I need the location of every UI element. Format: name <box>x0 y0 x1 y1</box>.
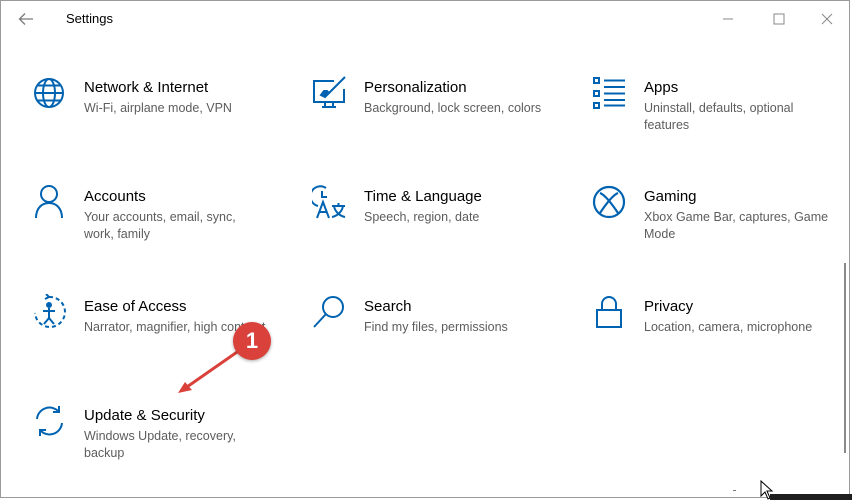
tile-apps[interactable]: Apps Uninstall, defaults, optional featu… <box>592 75 842 165</box>
annotation-arrow <box>178 348 241 393</box>
tile-title: Ease of Access <box>84 298 187 315</box>
tile-gaming[interactable]: Gaming Xbox Game Bar, captures, Game Mod… <box>592 184 842 274</box>
apps-list-icon <box>593 77 625 109</box>
tile-title: Gaming <box>644 188 697 205</box>
tile-time-language[interactable]: Time & Language Speech, region, date <box>312 184 562 274</box>
tile-title: Personalization <box>364 79 467 96</box>
tile-title: Privacy <box>644 298 694 315</box>
back-button[interactable] <box>11 6 41 32</box>
tile-title: Update & Security <box>84 407 205 424</box>
tile-description: Find my files, permissions <box>364 320 508 334</box>
sync-icon <box>36 406 63 436</box>
tile-description: Background, lock screen, colors <box>364 101 542 115</box>
tile-title: Time & Language <box>364 188 482 205</box>
tile-title: Network & Internet <box>84 79 209 96</box>
close-icon <box>821 13 833 25</box>
close-button[interactable] <box>812 5 842 33</box>
scrollbar-thumb[interactable] <box>844 263 846 453</box>
tile-title: Apps <box>644 79 679 96</box>
maximize-icon <box>773 13 785 25</box>
title-bar: Settings <box>1 1 849 37</box>
taskbar-strip <box>770 494 852 500</box>
tile-update-security[interactable]: Update & Security Windows Update, recove… <box>32 403 282 493</box>
tile-description: Windows Update, recovery, backup <box>84 429 236 460</box>
tile-description: Xbox Game Bar, captures, Game Mode <box>644 210 829 241</box>
maximize-button[interactable] <box>764 5 794 33</box>
person-icon <box>35 185 63 219</box>
tile-description: Uninstall, defaults, optional features <box>644 101 794 132</box>
tile-title: Search <box>364 298 412 315</box>
tile-description: Wi-Fi, airplane mode, VPN <box>84 101 232 115</box>
taskbar-mark <box>733 490 736 491</box>
window-title: Settings <box>66 11 113 26</box>
globe-icon <box>34 78 64 108</box>
personalization-icon <box>313 76 346 108</box>
minimize-button[interactable] <box>713 5 743 33</box>
tile-title: Accounts <box>84 188 146 205</box>
tile-description: Location, camera, microphone <box>644 320 813 334</box>
tile-description: Speech, region, date <box>364 210 480 224</box>
tile-description: Your accounts, email, sync, work, family <box>84 210 236 241</box>
settings-window: Settings Network & Internet Wi-Fi, airpl… <box>0 0 850 498</box>
back-arrow-icon <box>18 13 33 25</box>
tile-accounts[interactable]: Accounts Your accounts, email, sync, wor… <box>32 184 282 274</box>
tile-network-internet[interactable]: Network & Internet Wi-Fi, airplane mode,… <box>32 75 282 165</box>
tile-search[interactable]: Search Find my files, permissions <box>312 294 562 384</box>
lock-icon <box>596 296 622 328</box>
xbox-icon <box>592 185 626 219</box>
search-icon <box>313 296 344 328</box>
tile-privacy[interactable]: Privacy Location, camera, microphone <box>592 294 842 384</box>
minimize-icon <box>723 18 733 20</box>
time-language-icon <box>312 185 346 219</box>
ease-of-access-icon <box>34 294 66 328</box>
tile-personalization[interactable]: Personalization Background, lock screen,… <box>312 75 562 165</box>
annotation-badge: 1 <box>233 322 271 360</box>
